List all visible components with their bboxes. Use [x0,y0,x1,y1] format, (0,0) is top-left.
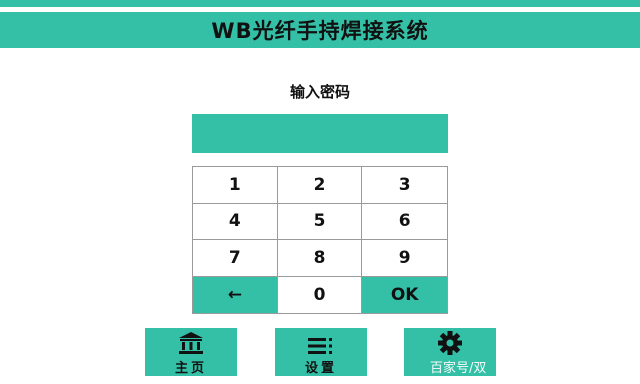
settings-label: 设置 [304,361,337,376]
bank-icon [178,328,204,355]
key-6[interactable]: 6 [362,203,447,240]
key-2[interactable]: 2 [277,167,363,204]
key-1[interactable]: 1 [193,167,278,204]
home-button[interactable]: 主页 [145,328,237,376]
home-label: 主页 [174,361,207,376]
password-prompt: 输入密码 [289,83,350,101]
title-bar: WB光纤手持焊接系统 [0,12,640,48]
top-stripe [0,0,640,7]
settings-button[interactable]: 设置 [275,328,367,376]
password-display[interactable] [192,114,448,153]
key-8[interactable]: 8 [277,240,363,277]
key-3[interactable]: 3 [362,167,447,204]
watermark: 百家号/双 [430,361,487,376]
backspace-key[interactable]: ← [193,276,278,313]
key-4[interactable]: 4 [193,203,278,240]
gear-icon [437,328,463,356]
key-5[interactable]: 5 [277,203,363,240]
ok-key[interactable]: OK [362,276,447,313]
numeric-keypad: 1 2 3 4 5 6 7 8 9 ← 0 OK [192,166,448,314]
key-7[interactable]: 7 [193,240,278,277]
app-title: WB光纤手持焊接系统 [211,19,429,43]
key-0[interactable]: 0 [277,276,363,313]
menu-icon [308,328,334,355]
key-9[interactable]: 9 [362,240,447,277]
